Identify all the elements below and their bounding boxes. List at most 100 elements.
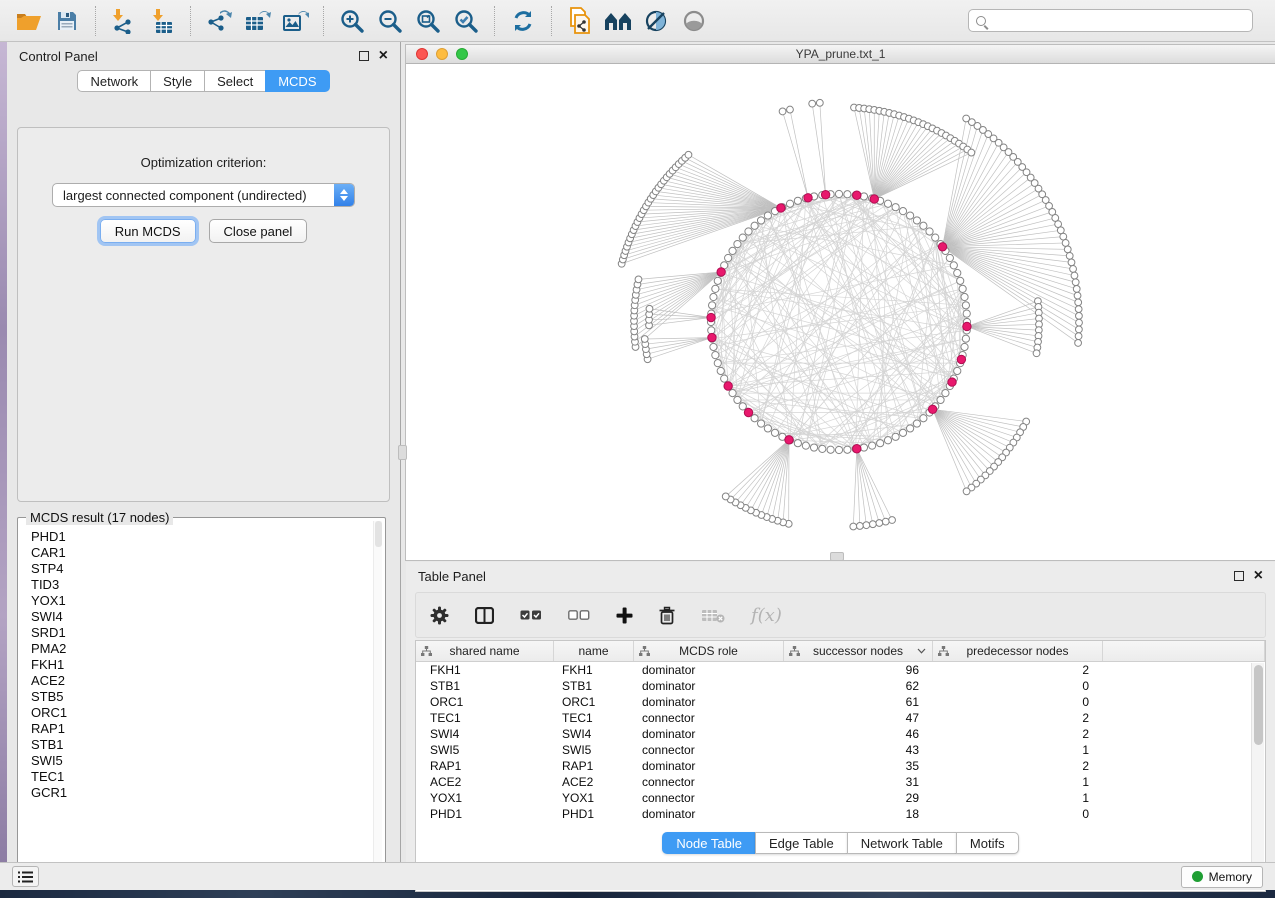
table-cell: dominator <box>634 679 784 693</box>
table-cell: YOX1 <box>416 791 554 805</box>
zoom-out-icon[interactable] <box>375 6 405 36</box>
mcds-result-item[interactable]: SWI4 <box>31 609 382 625</box>
binoculars-icon[interactable] <box>603 6 633 36</box>
tab-edge-table[interactable]: Edge Table <box>755 832 847 854</box>
table-row[interactable]: ORC1ORC1dominator610 <box>416 694 1265 710</box>
table-cell: PHD1 <box>416 807 554 821</box>
table-cell: 62 <box>784 679 933 693</box>
task-history-button[interactable] <box>12 866 39 887</box>
import-table-icon[interactable] <box>147 6 177 36</box>
memory-button[interactable]: Memory <box>1181 866 1263 888</box>
mcds-result-item[interactable]: SRD1 <box>31 625 382 641</box>
network-canvas[interactable] <box>406 64 1275 560</box>
table-scrollbar[interactable] <box>1251 663 1264 890</box>
table-cell: 35 <box>784 759 933 773</box>
close-panel-button[interactable]: Close panel <box>209 219 308 243</box>
vertical-splitter-grip[interactable] <box>398 445 407 460</box>
unselect-all-icon[interactable] <box>568 610 590 620</box>
tab-motifs[interactable]: Motifs <box>956 832 1019 854</box>
create-column-icon[interactable] <box>616 607 633 624</box>
close-table-panel-icon[interactable]: × <box>1254 570 1263 582</box>
tab-select[interactable]: Select <box>204 70 265 92</box>
table-row[interactable]: FKH1FKH1dominator962 <box>416 662 1265 678</box>
mcds-result-item[interactable]: GCR1 <box>31 785 382 801</box>
column-header-name[interactable]: name <box>554 641 634 661</box>
table-settings-gear-icon[interactable] <box>430 606 449 625</box>
mcds-list-scrollbar[interactable] <box>373 521 382 877</box>
mcds-result-item[interactable]: CAR1 <box>31 545 382 561</box>
control-panel-tabs: NetworkStyleSelectMCDS <box>7 70 400 92</box>
export-image-icon[interactable] <box>280 6 310 36</box>
mcds-result-item[interactable]: TID3 <box>31 577 382 593</box>
table-cell: PHD1 <box>554 807 634 821</box>
shared-column-icon <box>938 646 949 657</box>
table-row[interactable]: YOX1YOX1connector291 <box>416 790 1265 806</box>
tab-mcds[interactable]: MCDS <box>265 70 329 92</box>
mcds-result-item[interactable]: SWI5 <box>31 753 382 769</box>
mcds-result-item[interactable]: PHD1 <box>31 529 382 545</box>
column-header-successor-nodes[interactable]: successor nodes <box>784 641 933 661</box>
table-toolbar: f(x) <box>415 592 1266 638</box>
network-window-titlebar[interactable]: YPA_prune.txt_1 <box>406 45 1275 64</box>
table-row[interactable]: RAP1RAP1dominator352 <box>416 758 1265 774</box>
mcds-result-item[interactable]: YOX1 <box>31 593 382 609</box>
import-network-icon[interactable] <box>109 6 139 36</box>
run-mcds-button[interactable]: Run MCDS <box>100 219 196 243</box>
table-row[interactable]: ACE2ACE2connector311 <box>416 774 1265 790</box>
float-table-panel-icon[interactable] <box>1234 571 1244 581</box>
show-columns-icon[interactable] <box>475 607 494 624</box>
table-cell: RAP1 <box>416 759 554 773</box>
tab-network[interactable]: Network <box>77 70 150 92</box>
export-table-icon[interactable] <box>242 6 272 36</box>
mcds-result-item[interactable]: TEC1 <box>31 769 382 785</box>
table-row[interactable]: STB1STB1dominator620 <box>416 678 1265 694</box>
zoom-fit-icon[interactable] <box>413 6 443 36</box>
mcds-result-list: PHD1CAR1STP4TID3YOX1SWI4SRD1PMA2FKH1ACE2… <box>21 521 382 877</box>
mcds-result-item[interactable]: ACE2 <box>31 673 382 689</box>
mcds-result-item[interactable]: ORC1 <box>31 705 382 721</box>
close-panel-icon[interactable]: × <box>379 50 388 62</box>
table-row[interactable]: PHD1PHD1dominator180 <box>416 806 1265 822</box>
table-row[interactable]: SWI4SWI4dominator462 <box>416 726 1265 742</box>
search-input[interactable] <box>992 14 1245 28</box>
table-cell: 61 <box>784 695 933 709</box>
zoom-selected-icon[interactable] <box>451 6 481 36</box>
mcds-result-item[interactable]: STP4 <box>31 561 382 577</box>
horizontal-splitter-grip[interactable] <box>830 552 844 561</box>
tab-node-table[interactable]: Node Table <box>662 832 755 854</box>
node-table: shared namenameMCDS rolesuccessor nodesp… <box>415 640 1266 892</box>
node-table-header: shared namenameMCDS rolesuccessor nodesp… <box>416 641 1265 662</box>
table-row[interactable]: SWI5SWI5connector431 <box>416 742 1265 758</box>
refresh-icon[interactable] <box>508 6 538 36</box>
mcds-result-item[interactable]: FKH1 <box>31 657 382 673</box>
table-cell: 0 <box>933 695 1103 709</box>
zoom-in-icon[interactable] <box>337 6 367 36</box>
column-header-predecessor-nodes[interactable]: predecessor nodes <box>933 641 1103 661</box>
toolbar-separator <box>551 6 552 36</box>
column-header-MCDS-role[interactable]: MCDS role <box>634 641 784 661</box>
optimization-dropdown[interactable]: largest connected component (undirected) <box>52 183 355 207</box>
save-icon[interactable] <box>52 6 82 36</box>
table-cell: SWI4 <box>554 727 634 741</box>
table-scrollbar-thumb[interactable] <box>1254 665 1263 745</box>
mcds-result-item[interactable]: STB5 <box>31 689 382 705</box>
float-panel-icon[interactable] <box>359 51 369 61</box>
table-cell: dominator <box>634 727 784 741</box>
table-cell: 29 <box>784 791 933 805</box>
table-cell: 46 <box>784 727 933 741</box>
open-folder-icon[interactable] <box>14 6 44 36</box>
mcds-result-item[interactable]: STB1 <box>31 737 382 753</box>
tab-network-table[interactable]: Network Table <box>847 832 956 854</box>
select-all-icon[interactable] <box>520 610 542 620</box>
show-details-icon[interactable] <box>679 6 709 36</box>
export-network-icon[interactable] <box>204 6 234 36</box>
mcds-result-item[interactable]: RAP1 <box>31 721 382 737</box>
hide-details-icon[interactable] <box>641 6 671 36</box>
table-row[interactable]: TEC1TEC1connector472 <box>416 710 1265 726</box>
table-cell: 43 <box>784 743 933 757</box>
mcds-result-item[interactable]: PMA2 <box>31 641 382 657</box>
delete-column-icon[interactable] <box>659 606 675 625</box>
column-header-shared-name[interactable]: shared name <box>416 641 554 661</box>
tab-style[interactable]: Style <box>150 70 204 92</box>
clone-network-icon[interactable] <box>565 6 595 36</box>
